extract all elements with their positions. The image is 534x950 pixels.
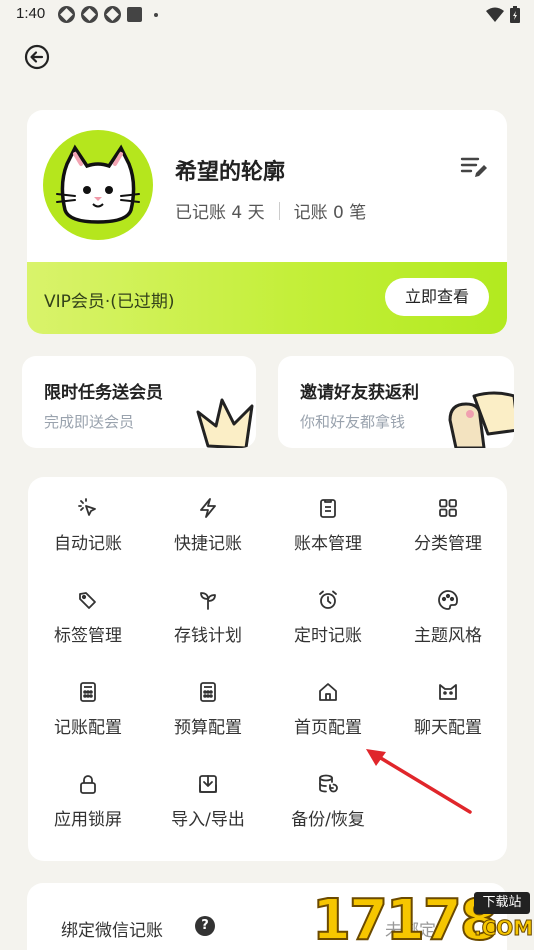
watermark-number: 17178 (311, 887, 500, 950)
home-icon (319, 683, 337, 701)
feature-label: 定时记账 (294, 626, 362, 646)
notification-icon (104, 6, 121, 23)
feature-record-config[interactable]: 记账配置 (28, 681, 148, 751)
feature-scheduled-record[interactable]: 定时记账 (268, 589, 388, 659)
feature-label: 主题风格 (414, 626, 482, 646)
battery-icon (510, 6, 520, 23)
site-watermark: 17178 下载站 .COM (306, 880, 534, 950)
username: 希望的轮廓 (175, 160, 286, 185)
feature-theme-style[interactable]: 主题风格 (388, 589, 508, 659)
paw-handshake-icon (448, 391, 514, 448)
feature-budget-config[interactable]: 预算配置 (148, 681, 268, 751)
cat-face-icon (439, 684, 457, 700)
calculator-icon (80, 682, 96, 702)
notification-icon (58, 6, 75, 23)
watermark-domain: .COM (473, 916, 534, 941)
account-stats: 已记账 4 天 记账 0 笔 (175, 198, 366, 223)
feature-label: 自动记账 (54, 534, 122, 554)
feature-label: 应用锁屏 (54, 810, 122, 830)
feature-tag-manage[interactable]: 标签管理 (28, 589, 148, 659)
vip-status: VIP会员·(已过期) (44, 292, 175, 312)
profile-card: 希望的轮廓 已记账 4 天 记账 0 笔 VIP会员·(已过期) 立即查看 (27, 110, 507, 334)
feature-import-export[interactable]: 导入/导出 (148, 773, 268, 843)
feature-category-manage[interactable]: 分类管理 (388, 497, 508, 567)
cat-avatar-icon (56, 144, 140, 224)
feature-label: 预算配置 (174, 718, 242, 738)
feature-label: 聊天配置 (414, 718, 482, 738)
wifi-icon (486, 7, 504, 22)
cursor-click-icon (78, 498, 96, 516)
notification-icon (81, 6, 98, 23)
promo-invite-card[interactable]: 邀请好友获返利 你和好友都拿钱 (278, 356, 514, 448)
annotation-arrow (366, 749, 472, 814)
import-export-icon (199, 775, 217, 793)
feature-label: 首页配置 (294, 718, 362, 738)
feature-quick-record[interactable]: 快捷记账 (148, 497, 268, 567)
vip-view-button[interactable]: 立即查看 (385, 278, 489, 316)
grid-icon (439, 499, 457, 517)
status-time: 1:40 (16, 5, 46, 22)
palette-icon (438, 590, 458, 610)
promo-invite-subtitle: 你和好友都拿钱 (300, 413, 406, 431)
feature-label: 快捷记账 (174, 534, 242, 554)
feature-label: 分类管理 (414, 534, 482, 554)
feature-auto-record[interactable]: 自动记账 (28, 497, 148, 567)
back-arrow-icon[interactable] (24, 44, 50, 70)
stats-divider (278, 201, 280, 220)
feature-label: 记账配置 (54, 718, 122, 738)
alarm-clock-icon (319, 590, 337, 609)
promo-task-title: 限时任务送会员 (44, 383, 163, 403)
sprout-icon (200, 592, 216, 610)
promo-task-subtitle: 完成即送会员 (44, 413, 135, 431)
calculator-icon (200, 682, 216, 702)
records-count: 记账 0 笔 (293, 203, 367, 223)
lightning-icon (200, 498, 216, 518)
edit-profile-icon[interactable] (459, 152, 489, 182)
lock-icon (80, 775, 96, 794)
feature-label: 存钱计划 (174, 626, 242, 646)
more-notifications-icon (154, 12, 158, 17)
notification-icon (127, 7, 142, 22)
feature-saving-plan[interactable]: 存钱计划 (148, 589, 268, 659)
clipboard-icon (320, 499, 336, 518)
status-bar: 1:40 (0, 0, 534, 30)
help-icon[interactable]: ? (195, 916, 215, 936)
feature-label: 账本管理 (294, 534, 362, 554)
crown-icon (196, 398, 254, 448)
feature-ledger-manage[interactable]: 账本管理 (268, 497, 388, 567)
bind-wechat-label: 绑定微信记账 (61, 921, 163, 941)
database-restore-icon (319, 774, 338, 793)
feature-label: 标签管理 (54, 626, 122, 646)
promo-invite-title: 邀请好友获返利 (300, 383, 419, 403)
avatar[interactable] (43, 130, 153, 240)
days-count: 已记账 4 天 (175, 203, 265, 223)
watermark-tag: 下载站 (474, 892, 530, 914)
tag-icon (79, 592, 96, 609)
vip-bar: VIP会员·(已过期) 立即查看 (27, 262, 507, 334)
feature-app-lock[interactable]: 应用锁屏 (28, 773, 148, 843)
promo-task-card[interactable]: 限时任务送会员 完成即送会员 (22, 356, 256, 448)
feature-label: 导入/导出 (171, 810, 245, 830)
